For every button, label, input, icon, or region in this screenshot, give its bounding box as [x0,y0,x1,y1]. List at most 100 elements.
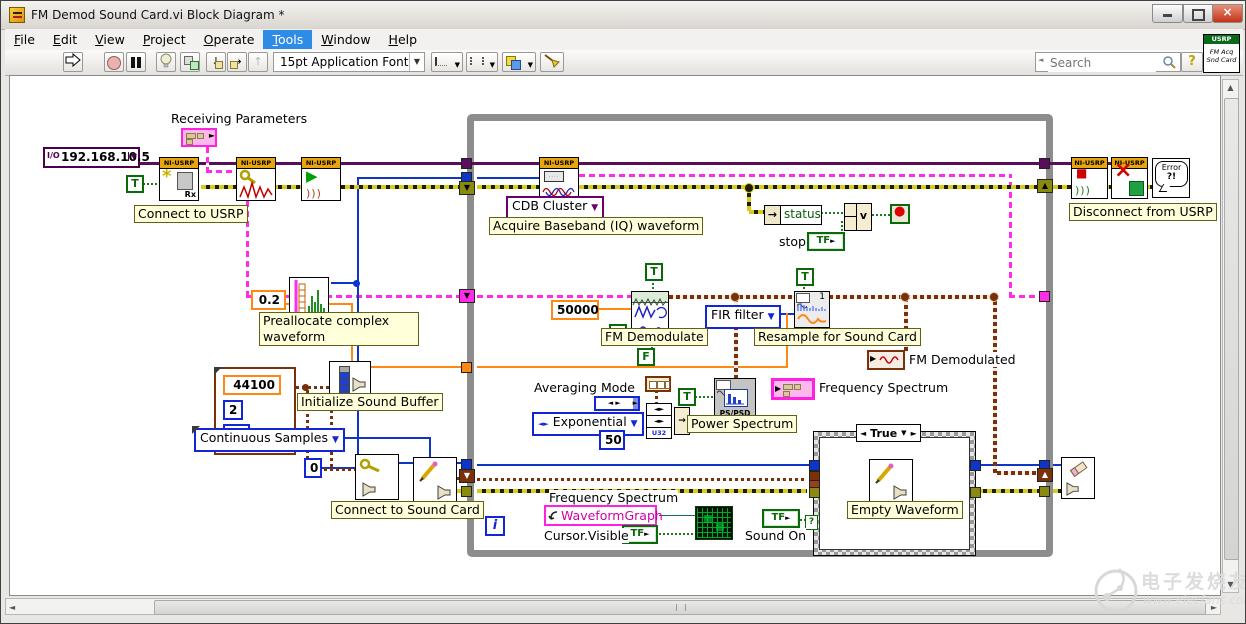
horizontal-scrollbar[interactable]: ◄ ► [5,598,1221,615]
lightbulb-icon [159,53,173,69]
sound-on-control[interactable]: TF► [762,509,800,528]
distribute-objects-button[interactable]: ▼ [466,52,498,72]
niusrp-initiate[interactable]: NI-USRP ▶ ))) [301,157,341,201]
search-icon[interactable] [1162,55,1177,70]
fm-demodulated-indicator[interactable]: ▶ [867,350,905,370]
waveformgraph-reference[interactable]: WaveformGraph [544,505,657,526]
fir-filter-ring[interactable]: FIR filter ▼ [705,305,781,329]
sample-mode-caret-icon[interactable]: ▼ [332,435,339,445]
ip-address-control[interactable]: I/O 192.168.10.5 ▼ [43,147,140,168]
run-button[interactable] [63,52,83,72]
write-sound-node-case[interactable] [869,459,913,503]
write-sound-node[interactable] [413,457,457,503]
menu-file[interactable]: File [5,30,44,49]
menu-tools[interactable]: Tools [263,30,312,49]
true-constant-psd[interactable]: T [678,388,696,406]
fir-caret-icon[interactable]: ▼ [768,312,775,322]
maximize-button[interactable] [1183,4,1213,23]
timeout-constant[interactable]: 0 [304,458,322,478]
true-constant-demod-top[interactable]: T [645,263,663,281]
resample-node[interactable]: 1 [794,291,830,328]
minimize-button[interactable] [1152,4,1183,23]
speaker-icon [352,377,368,392]
niusrp-abort[interactable]: NI-USRP ■ ))) [1071,157,1108,199]
vertical-scroll-thumb[interactable] [1224,98,1239,560]
niusrp-fetch-rx-data[interactable]: NI-USRP .... [539,157,579,201]
weighting-mode-ring[interactable]: ◄► Exponential ▼ [532,412,644,436]
close-x-icon: × [1114,160,1132,182]
averaging-size-constant[interactable]: 50 [599,430,625,450]
enum-left-icon[interactable]: ◄ [608,399,613,407]
false-constant[interactable]: F [637,348,655,366]
menu-view[interactable]: View [86,30,134,49]
font-selector[interactable]: 15pt Application Font ▼ [273,52,425,72]
stop-control[interactable]: TF► [807,232,845,251]
pause-button[interactable] [126,52,146,72]
sample-rate-constant[interactable]: 44100 [223,375,281,395]
power-spectrum-node[interactable]: PS/PSD [714,378,756,420]
search-scope-icon[interactable]: ◄ [1038,56,1043,64]
wire-ref-graph [659,515,695,516]
fm-rate-constant[interactable]: 50000 [551,300,599,320]
menu-edit[interactable]: Edit [44,30,86,49]
menu-operate[interactable]: Operate [195,30,264,49]
search-input[interactable] [1048,54,1156,72]
scroll-up-icon[interactable]: ▲ [1223,83,1238,92]
receiving-parameters-control[interactable]: ► [181,128,217,147]
niusrp-configure-signal[interactable]: NI-USRP [236,157,276,201]
step-over-button[interactable]: → [227,52,247,72]
horizontal-scroll-thumb[interactable] [154,600,1206,615]
font-selector-caret-icon[interactable]: ▼ [409,53,420,71]
graph-terminal[interactable] [695,506,733,540]
ip-dropdown-icon[interactable]: ▼ [128,152,137,161]
menu-project[interactable]: Project [134,30,195,49]
menu-help[interactable]: Help [380,30,427,49]
highlight-execution-button[interactable] [156,52,176,72]
red-sine-icon [879,354,901,366]
loop-condition-terminal[interactable]: ● [890,204,910,224]
sample-mode-ring[interactable]: Continuous Samples ▼ [194,428,345,452]
reorder-button[interactable]: ▼ [502,52,536,72]
bundle-node[interactable]: ◄► ◄► U32 [646,403,672,439]
weighting-caret-icon[interactable]: ▼ [631,419,638,429]
true-constant-open[interactable]: T [126,175,144,193]
abort-button[interactable] [104,52,124,72]
or-node[interactable]: v [844,203,872,231]
shift-register-iq-left[interactable]: ▼ [459,289,475,303]
cdb-caret-icon[interactable]: ▼ [591,203,598,213]
frequency-spectrum-indicator[interactable]: ▶ [771,378,815,400]
configure-sound-node[interactable] [355,454,399,500]
shift-register-audio-right[interactable]: ▲ [1037,468,1053,482]
unbundle-arrow-icon: → [765,206,781,224]
step-out-button[interactable]: ↑ [248,52,268,72]
avg-params-cluster-constant[interactable] [645,376,671,392]
case-caret-icon[interactable]: ▼ [901,426,906,441]
shift-register-audio-left[interactable]: ▼ [459,469,475,483]
wire-err-4 [1053,185,1073,189]
shift-register-error-left[interactable]: ▼ [459,181,475,195]
true-constant-resample[interactable]: T [796,268,814,286]
averaging-mode-enum[interactable]: ◄ ► ► [594,396,640,411]
help-button[interactable]: ? [1181,52,1203,72]
vi-icon[interactable]: USRP FM Acq Snd Card [1203,34,1240,73]
case-selector-label[interactable]: ◄ True ▼ ► [856,424,921,442]
retain-wire-values-button[interactable] [180,52,200,72]
close-button[interactable]: × [1212,4,1243,23]
case-next-icon[interactable]: ► [911,426,917,441]
niusrp-close-session[interactable]: NI-USRP × [1111,157,1148,199]
duration-constant[interactable]: 0.2 [251,290,286,310]
menu-window[interactable]: Window [312,30,379,49]
niusrp-open-rx-session[interactable]: NI-USRP * Rx [159,157,199,201]
simple-error-handler[interactable]: Error ?! [1152,158,1190,198]
align-objects-button[interactable]: ▼ [431,52,463,72]
shift-register-error-right[interactable]: ▲ [1037,179,1053,193]
vertical-scrollbar[interactable]: ▲ ▼ [1222,79,1239,593]
case-prev-icon[interactable]: ◄ [860,426,866,441]
step-into-button[interactable]: ↓ [206,52,226,72]
clear-sound-node[interactable] [1061,457,1095,499]
scroll-left-icon[interactable]: ◄ [9,603,15,612]
unbundle-status-node[interactable]: → status [764,205,822,225]
channels-constant[interactable]: 2 [223,400,243,420]
cleanup-diagram-button[interactable] [540,52,564,72]
enum-right-icon[interactable]: ► [615,399,620,407]
